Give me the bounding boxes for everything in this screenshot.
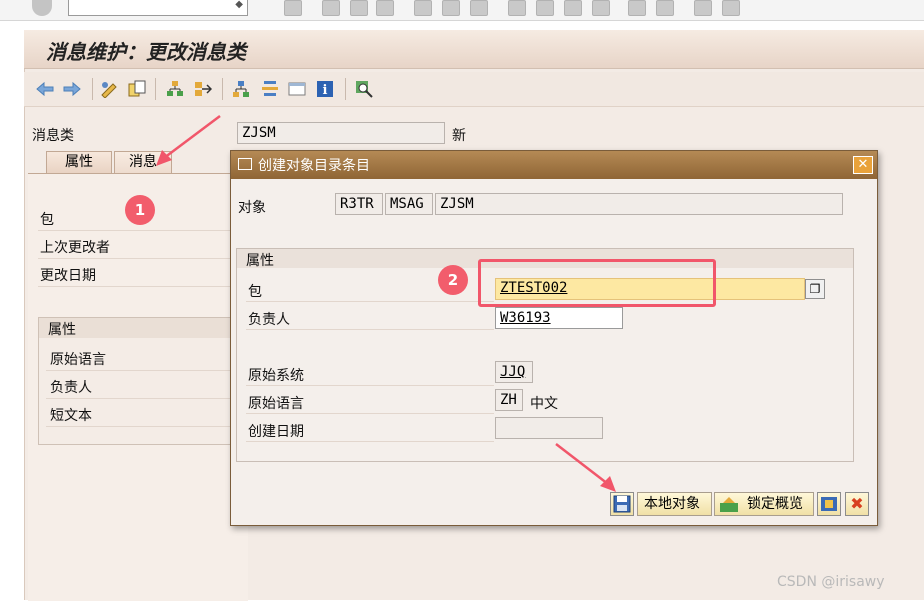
toolbar-separator <box>345 78 346 100</box>
cancel-icon: ✖ <box>850 494 864 513</box>
field-label-package: 包 <box>40 212 54 228</box>
divider <box>246 385 494 386</box>
info-icon[interactable]: i <box>316 80 334 98</box>
step-badge-2: 2 <box>438 265 468 295</box>
divider <box>246 413 494 414</box>
toolbar-separator <box>92 78 93 100</box>
object-type-field: MSAG <box>385 193 433 215</box>
prev-page-icon[interactable] <box>536 0 554 16</box>
created-on-field <box>495 417 603 439</box>
dialog-title: 创建对象目录条目 <box>258 158 370 174</box>
owner-label: 负责人 <box>248 312 290 328</box>
value-help-icon[interactable]: ❐ <box>805 279 825 299</box>
close-icon[interactable]: ✕ <box>853 156 873 174</box>
new-session-icon[interactable] <box>628 0 646 16</box>
dialog-window-icon <box>238 158 252 170</box>
lock-overview-button[interactable]: 锁定概览 <box>714 492 814 516</box>
dialog-attributes-title: 属性 <box>246 253 274 269</box>
divider <box>246 301 494 302</box>
original-language-label: 原始语言 <box>248 396 304 412</box>
attributes-group-title: 属性 <box>48 322 76 338</box>
divider <box>46 370 230 371</box>
display-change-icon[interactable] <box>100 80 118 98</box>
divider <box>246 441 494 442</box>
msgclass-label: 消息类 <box>32 128 74 144</box>
divider <box>38 230 230 231</box>
owner-field[interactable]: W36193 <box>495 307 623 329</box>
divider <box>246 329 494 330</box>
step-badge-1: 1 <box>125 195 155 225</box>
original-system-label: 原始系统 <box>248 368 304 384</box>
divider <box>46 398 230 399</box>
divider <box>38 286 230 287</box>
original-language-field: ZH <box>495 389 523 411</box>
owner-value: W36193 <box>500 310 551 326</box>
created-on-label: 创建日期 <box>248 424 304 440</box>
object-label: 对象 <box>238 200 266 216</box>
first-page-icon[interactable] <box>508 0 526 16</box>
arrow-left-icon[interactable] <box>36 80 54 98</box>
object-pgmid-field: R3TR <box>335 193 383 215</box>
application-toolbar <box>24 72 924 107</box>
arrow-right-icon[interactable] <box>63 80 81 98</box>
field-label-original-language: 原始语言 <box>50 352 106 368</box>
original-language-text: 中文 <box>530 396 558 412</box>
field-label-owner: 负责人 <box>50 380 92 396</box>
svg-text:i: i <box>323 83 328 98</box>
toolbar-separator <box>155 78 156 100</box>
hierarchy-icon[interactable] <box>166 80 184 98</box>
search-icon[interactable] <box>355 80 373 98</box>
package-label: 包 <box>248 284 262 300</box>
field-label-changed-on: 更改日期 <box>40 268 96 284</box>
command-field[interactable]: ◆ <box>68 0 248 16</box>
cancel-icon[interactable] <box>376 0 394 16</box>
navigation-icon[interactable] <box>261 80 279 98</box>
divider <box>46 426 230 427</box>
object-list-icon[interactable] <box>232 80 250 98</box>
toolbar-separator <box>222 78 223 100</box>
msgclass-status: 新 <box>452 128 466 144</box>
transport-icon <box>821 497 837 511</box>
highlight-box <box>478 259 716 307</box>
save-icon[interactable] <box>284 0 302 16</box>
other-object-button[interactable] <box>817 492 841 516</box>
save-icon <box>613 495 631 513</box>
field-label-last-changed-by: 上次更改者 <box>40 240 110 256</box>
annotation-arrow-1 <box>156 115 221 166</box>
object-name-field: ZJSM <box>435 193 843 215</box>
cancel-button[interactable]: ✖ <box>845 492 869 516</box>
window-icon[interactable] <box>288 80 306 98</box>
watermark: CSDN @irisawy <box>777 574 885 590</box>
back-icon[interactable] <box>322 0 340 16</box>
exit-icon[interactable] <box>350 0 368 16</box>
where-used-icon[interactable] <box>194 80 212 98</box>
next-page-icon[interactable] <box>564 0 582 16</box>
print-icon[interactable] <box>414 0 432 16</box>
find-next-icon[interactable] <box>470 0 488 16</box>
divider <box>38 258 230 259</box>
shortcut-icon[interactable] <box>656 0 674 16</box>
original-system-value: JJQ <box>500 364 526 380</box>
page-title: 消息维护：更改消息类 <box>46 40 246 64</box>
layout-icon[interactable] <box>722 0 740 16</box>
annotation-arrow-2 <box>555 443 616 492</box>
original-system-field: JJQ <box>495 361 533 383</box>
copy-object-icon[interactable] <box>128 80 146 98</box>
help-icon[interactable] <box>694 0 712 16</box>
field-label-short-text: 短文本 <box>50 408 92 424</box>
lock-overview-label: 锁定概览 <box>747 496 803 512</box>
find-icon[interactable] <box>442 0 460 16</box>
lock-overview-icon <box>720 497 738 512</box>
last-page-icon[interactable] <box>592 0 610 16</box>
tab-attributes[interactable]: 属性 <box>46 151 112 173</box>
chevron-down-icon[interactable]: ◆ <box>235 0 243 10</box>
msgclass-field[interactable]: ZJSM <box>237 122 445 144</box>
local-object-button[interactable]: 本地对象 <box>637 492 712 516</box>
